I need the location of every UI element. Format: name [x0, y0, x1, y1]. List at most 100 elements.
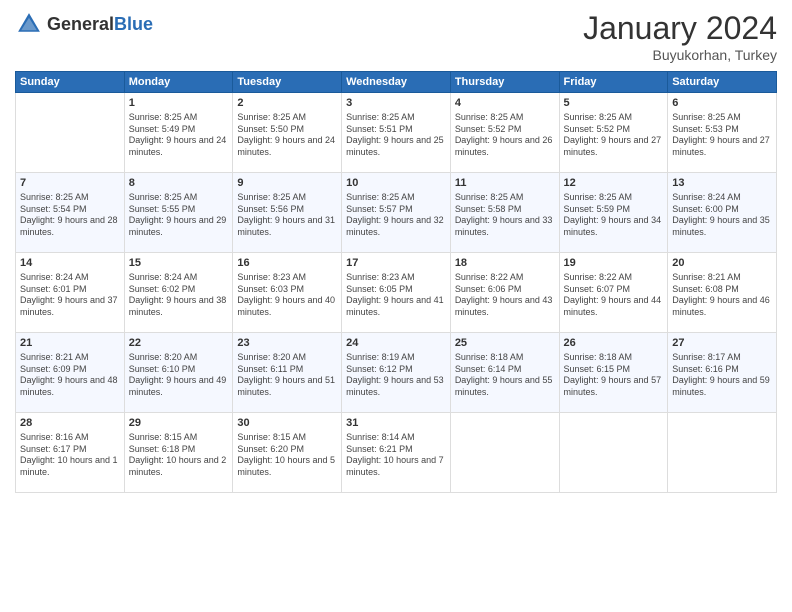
day-number: 11	[455, 176, 555, 191]
day-number: 22	[129, 336, 229, 351]
calendar-cell: 27Sunrise: 8:17 AMSunset: 6:16 PMDayligh…	[668, 333, 777, 413]
day-number: 3	[346, 96, 446, 111]
calendar-cell: 16Sunrise: 8:23 AMSunset: 6:03 PMDayligh…	[233, 253, 342, 333]
week-row-2: 7Sunrise: 8:25 AMSunset: 5:54 PMDaylight…	[16, 173, 777, 253]
cell-info: Sunrise: 8:21 AMSunset: 6:09 PMDaylight:…	[20, 352, 120, 399]
cell-info: Sunrise: 8:23 AMSunset: 6:05 PMDaylight:…	[346, 272, 446, 319]
cell-info: Sunrise: 8:25 AMSunset: 5:56 PMDaylight:…	[237, 192, 337, 239]
calendar-table: SundayMondayTuesdayWednesdayThursdayFrid…	[15, 71, 777, 493]
location-title: Buyukorhan, Turkey	[583, 47, 777, 63]
day-number: 25	[455, 336, 555, 351]
day-number: 13	[672, 176, 772, 191]
title-block: January 2024 Buyukorhan, Turkey	[583, 10, 777, 63]
cell-info: Sunrise: 8:25 AMSunset: 5:59 PMDaylight:…	[564, 192, 664, 239]
calendar-cell: 21Sunrise: 8:21 AMSunset: 6:09 PMDayligh…	[16, 333, 125, 413]
week-row-5: 28Sunrise: 8:16 AMSunset: 6:17 PMDayligh…	[16, 413, 777, 493]
day-number: 29	[129, 416, 229, 431]
logo-icon	[15, 10, 43, 38]
cell-info: Sunrise: 8:25 AMSunset: 5:53 PMDaylight:…	[672, 112, 772, 159]
calendar-cell: 29Sunrise: 8:15 AMSunset: 6:18 PMDayligh…	[124, 413, 233, 493]
calendar-cell: 18Sunrise: 8:22 AMSunset: 6:06 PMDayligh…	[450, 253, 559, 333]
day-number: 19	[564, 256, 664, 271]
calendar-cell: 30Sunrise: 8:15 AMSunset: 6:20 PMDayligh…	[233, 413, 342, 493]
calendar-cell: 23Sunrise: 8:20 AMSunset: 6:11 PMDayligh…	[233, 333, 342, 413]
day-number: 27	[672, 336, 772, 351]
cell-info: Sunrise: 8:24 AMSunset: 6:01 PMDaylight:…	[20, 272, 120, 319]
calendar-cell	[668, 413, 777, 493]
cell-info: Sunrise: 8:23 AMSunset: 6:03 PMDaylight:…	[237, 272, 337, 319]
day-number: 14	[20, 256, 120, 271]
day-header-wednesday: Wednesday	[342, 72, 451, 93]
cell-info: Sunrise: 8:20 AMSunset: 6:10 PMDaylight:…	[129, 352, 229, 399]
day-header-monday: Monday	[124, 72, 233, 93]
day-number: 31	[346, 416, 446, 431]
day-number: 1	[129, 96, 229, 111]
week-row-4: 21Sunrise: 8:21 AMSunset: 6:09 PMDayligh…	[16, 333, 777, 413]
day-header-tuesday: Tuesday	[233, 72, 342, 93]
calendar-cell: 13Sunrise: 8:24 AMSunset: 6:00 PMDayligh…	[668, 173, 777, 253]
logo-text-general: General	[47, 14, 114, 34]
calendar-cell: 14Sunrise: 8:24 AMSunset: 6:01 PMDayligh…	[16, 253, 125, 333]
cell-info: Sunrise: 8:25 AMSunset: 5:49 PMDaylight:…	[129, 112, 229, 159]
calendar-cell: 20Sunrise: 8:21 AMSunset: 6:08 PMDayligh…	[668, 253, 777, 333]
cell-info: Sunrise: 8:19 AMSunset: 6:12 PMDaylight:…	[346, 352, 446, 399]
cell-info: Sunrise: 8:25 AMSunset: 5:57 PMDaylight:…	[346, 192, 446, 239]
calendar-cell: 28Sunrise: 8:16 AMSunset: 6:17 PMDayligh…	[16, 413, 125, 493]
calendar-cell: 7Sunrise: 8:25 AMSunset: 5:54 PMDaylight…	[16, 173, 125, 253]
day-number: 6	[672, 96, 772, 111]
cell-info: Sunrise: 8:24 AMSunset: 6:00 PMDaylight:…	[672, 192, 772, 239]
day-number: 26	[564, 336, 664, 351]
page-header: GeneralBlue January 2024 Buyukorhan, Tur…	[15, 10, 777, 63]
calendar-cell	[450, 413, 559, 493]
day-number: 8	[129, 176, 229, 191]
cell-info: Sunrise: 8:25 AMSunset: 5:54 PMDaylight:…	[20, 192, 120, 239]
cell-info: Sunrise: 8:22 AMSunset: 6:07 PMDaylight:…	[564, 272, 664, 319]
day-header-friday: Friday	[559, 72, 668, 93]
day-number: 7	[20, 176, 120, 191]
calendar-cell	[16, 93, 125, 173]
calendar-cell: 5Sunrise: 8:25 AMSunset: 5:52 PMDaylight…	[559, 93, 668, 173]
header-row: SundayMondayTuesdayWednesdayThursdayFrid…	[16, 72, 777, 93]
logo: GeneralBlue	[15, 10, 153, 38]
cell-info: Sunrise: 8:24 AMSunset: 6:02 PMDaylight:…	[129, 272, 229, 319]
calendar-cell: 6Sunrise: 8:25 AMSunset: 5:53 PMDaylight…	[668, 93, 777, 173]
cell-info: Sunrise: 8:15 AMSunset: 6:20 PMDaylight:…	[237, 432, 337, 479]
cell-info: Sunrise: 8:18 AMSunset: 6:15 PMDaylight:…	[564, 352, 664, 399]
calendar-cell: 1Sunrise: 8:25 AMSunset: 5:49 PMDaylight…	[124, 93, 233, 173]
day-number: 28	[20, 416, 120, 431]
calendar-cell: 8Sunrise: 8:25 AMSunset: 5:55 PMDaylight…	[124, 173, 233, 253]
cell-info: Sunrise: 8:14 AMSunset: 6:21 PMDaylight:…	[346, 432, 446, 479]
calendar-cell: 15Sunrise: 8:24 AMSunset: 6:02 PMDayligh…	[124, 253, 233, 333]
calendar-cell: 24Sunrise: 8:19 AMSunset: 6:12 PMDayligh…	[342, 333, 451, 413]
cell-info: Sunrise: 8:25 AMSunset: 5:50 PMDaylight:…	[237, 112, 337, 159]
day-number: 5	[564, 96, 664, 111]
week-row-3: 14Sunrise: 8:24 AMSunset: 6:01 PMDayligh…	[16, 253, 777, 333]
calendar-cell: 17Sunrise: 8:23 AMSunset: 6:05 PMDayligh…	[342, 253, 451, 333]
calendar-page: GeneralBlue January 2024 Buyukorhan, Tur…	[0, 0, 792, 612]
day-number: 4	[455, 96, 555, 111]
cell-info: Sunrise: 8:20 AMSunset: 6:11 PMDaylight:…	[237, 352, 337, 399]
day-number: 16	[237, 256, 337, 271]
cell-info: Sunrise: 8:22 AMSunset: 6:06 PMDaylight:…	[455, 272, 555, 319]
month-title: January 2024	[583, 10, 777, 47]
calendar-cell: 4Sunrise: 8:25 AMSunset: 5:52 PMDaylight…	[450, 93, 559, 173]
day-number: 10	[346, 176, 446, 191]
day-number: 21	[20, 336, 120, 351]
calendar-cell: 26Sunrise: 8:18 AMSunset: 6:15 PMDayligh…	[559, 333, 668, 413]
calendar-cell: 9Sunrise: 8:25 AMSunset: 5:56 PMDaylight…	[233, 173, 342, 253]
calendar-cell: 19Sunrise: 8:22 AMSunset: 6:07 PMDayligh…	[559, 253, 668, 333]
calendar-cell: 31Sunrise: 8:14 AMSunset: 6:21 PMDayligh…	[342, 413, 451, 493]
day-number: 12	[564, 176, 664, 191]
cell-info: Sunrise: 8:18 AMSunset: 6:14 PMDaylight:…	[455, 352, 555, 399]
day-header-thursday: Thursday	[450, 72, 559, 93]
cell-info: Sunrise: 8:25 AMSunset: 5:52 PMDaylight:…	[564, 112, 664, 159]
day-header-saturday: Saturday	[668, 72, 777, 93]
calendar-cell: 11Sunrise: 8:25 AMSunset: 5:58 PMDayligh…	[450, 173, 559, 253]
cell-info: Sunrise: 8:16 AMSunset: 6:17 PMDaylight:…	[20, 432, 120, 479]
day-number: 17	[346, 256, 446, 271]
day-number: 15	[129, 256, 229, 271]
day-number: 18	[455, 256, 555, 271]
day-number: 9	[237, 176, 337, 191]
calendar-cell: 2Sunrise: 8:25 AMSunset: 5:50 PMDaylight…	[233, 93, 342, 173]
calendar-cell	[559, 413, 668, 493]
